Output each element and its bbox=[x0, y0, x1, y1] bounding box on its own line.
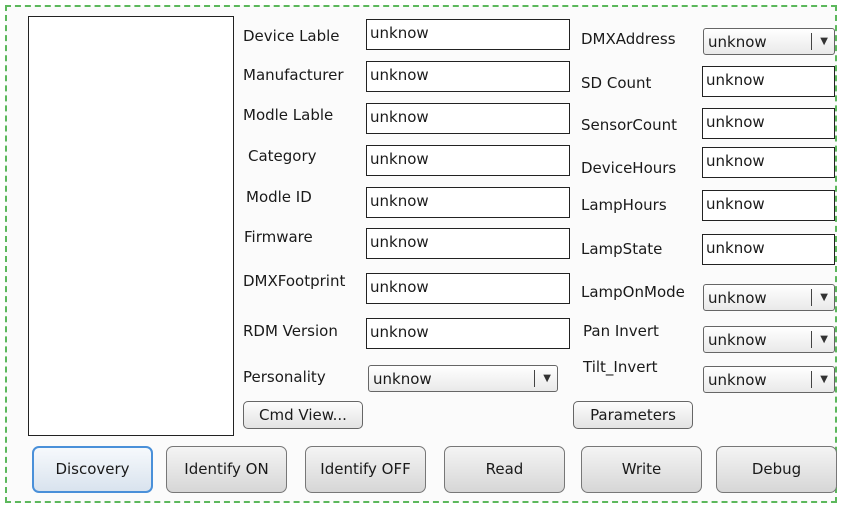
divider bbox=[811, 289, 812, 306]
pan-invert-value: unknow bbox=[708, 331, 767, 349]
sd-count-label: SD Count bbox=[581, 74, 652, 92]
read-button[interactable]: Read bbox=[444, 446, 565, 493]
dmx-address-dropdown[interactable]: unknow ▼ bbox=[703, 28, 835, 55]
lamp-hours-label: LampHours bbox=[581, 196, 667, 214]
dmx-footprint-label: DMXFootprint bbox=[243, 272, 346, 290]
chevron-down-icon: ▼ bbox=[820, 374, 828, 385]
category-field[interactable]: unknow bbox=[366, 145, 570, 176]
lamp-on-mode-dropdown[interactable]: unknow ▼ bbox=[703, 284, 835, 311]
divider bbox=[811, 371, 812, 388]
discovery-button[interactable]: Discovery bbox=[32, 446, 153, 493]
lamp-state-field[interactable]: unknow bbox=[702, 234, 835, 265]
sd-count-field[interactable]: unknow bbox=[702, 66, 835, 97]
device-hours-label: DeviceHours bbox=[581, 159, 677, 177]
rdm-version-label: RDM Version bbox=[243, 322, 338, 340]
debug-button[interactable]: Debug bbox=[716, 446, 837, 493]
manufacturer-field[interactable]: unknow bbox=[366, 61, 570, 92]
model-id-label: Modle ID bbox=[246, 188, 312, 206]
personality-dropdown[interactable]: unknow ▼ bbox=[368, 365, 558, 392]
device-list[interactable] bbox=[28, 16, 234, 436]
dmx-address-label: DMXAddress bbox=[581, 30, 676, 48]
manufacturer-label: Manufacturer bbox=[243, 66, 344, 84]
lamp-on-mode-label: LampOnMode bbox=[581, 283, 685, 301]
personality-value: unknow bbox=[373, 370, 432, 388]
model-id-field[interactable]: unknow bbox=[366, 187, 570, 218]
tilt-invert-label: Tilt_Invert bbox=[583, 358, 658, 376]
identify-off-button[interactable]: Identify OFF bbox=[305, 446, 426, 493]
device-label-label: Device Lable bbox=[243, 27, 340, 45]
chevron-down-icon: ▼ bbox=[820, 292, 828, 303]
chevron-down-icon: ▼ bbox=[543, 373, 551, 384]
model-label-field[interactable]: unknow bbox=[366, 103, 570, 134]
divider bbox=[811, 331, 812, 348]
sensor-count-field[interactable]: unknow bbox=[702, 108, 835, 139]
rdm-version-field[interactable]: unknow bbox=[366, 318, 570, 349]
firmware-field[interactable]: unknow bbox=[366, 228, 570, 259]
divider bbox=[811, 33, 812, 50]
identify-on-button[interactable]: Identify ON bbox=[166, 446, 287, 493]
pan-invert-label: Pan Invert bbox=[583, 322, 659, 340]
chevron-down-icon: ▼ bbox=[820, 36, 828, 47]
lamp-on-mode-value: unknow bbox=[708, 289, 767, 307]
sensor-count-label: SensorCount bbox=[581, 116, 677, 134]
tilt-invert-dropdown[interactable]: unknow ▼ bbox=[703, 366, 835, 393]
category-label: Category bbox=[248, 147, 317, 165]
divider bbox=[534, 370, 535, 387]
pan-invert-dropdown[interactable]: unknow ▼ bbox=[703, 326, 835, 353]
tilt-invert-value: unknow bbox=[708, 371, 767, 389]
chevron-down-icon: ▼ bbox=[820, 334, 828, 345]
lamp-state-label: LampState bbox=[581, 240, 663, 258]
personality-label: Personality bbox=[243, 368, 326, 386]
device-hours-field[interactable]: unknow bbox=[702, 147, 835, 178]
dmx-address-value: unknow bbox=[708, 33, 767, 51]
device-label-field[interactable]: unknow bbox=[366, 19, 570, 50]
parameters-button[interactable]: Parameters bbox=[573, 401, 693, 429]
firmware-label: Firmware bbox=[244, 228, 313, 246]
cmd-view-button[interactable]: Cmd View... bbox=[243, 401, 363, 429]
lamp-hours-field[interactable]: unknow bbox=[702, 190, 835, 221]
write-button[interactable]: Write bbox=[581, 446, 702, 493]
model-label-label: Modle Lable bbox=[243, 106, 334, 124]
dmx-footprint-field[interactable]: unknow bbox=[366, 273, 570, 304]
